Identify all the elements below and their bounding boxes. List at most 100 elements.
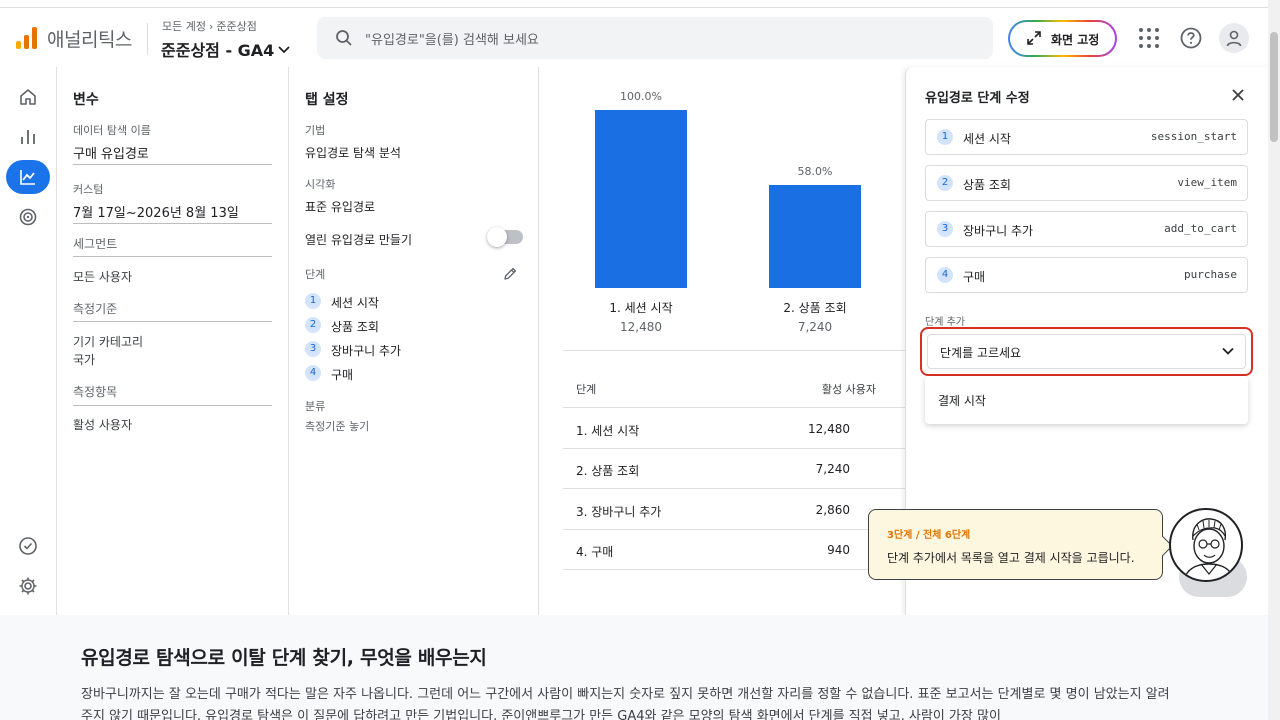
analytics-logo-icon[interactable] <box>16 27 38 49</box>
step-number-badge: 2 <box>305 317 321 333</box>
table-row[interactable]: 4. 구매 940 <box>563 530 906 570</box>
bar-category-label: 1. 세션 시작 <box>609 301 673 315</box>
target-icon <box>19 208 37 226</box>
table-row[interactable]: 1. 세션 시작 12,480 <box>563 409 906 449</box>
step-item[interactable]: 상품 조회 <box>331 318 379 335</box>
bar-percent-label: 58.0% <box>797 164 833 178</box>
apps-grid-icon[interactable] <box>1136 25 1162 51</box>
exploration-name-input[interactable]: 구매 유입경로 <box>73 143 149 162</box>
panel-step-row[interactable]: 1 세션 시작 session_start <box>925 119 1248 155</box>
step-name: 장바구니 추가 <box>963 224 1034 238</box>
variables-column: 변수 데이터 탐색 이름 구매 유입경로 커스텀 7월 17일~2026년 8월… <box>57 67 289 615</box>
table-row[interactable]: 2. 상품 조회 7,240 <box>563 449 906 489</box>
open-funnel-label: 열린 유입경로 만들기 <box>305 233 412 247</box>
step-number-badge: 1 <box>305 293 321 309</box>
select-placeholder: 단계를 고르세요 <box>940 346 1022 360</box>
app-header: 애널리틱스 모든 계정 › 준준상점 준준상점 - GA4 "유입경로"을(를) 검… <box>0 9 1268 67</box>
step-number-badge: 2 <box>937 175 953 191</box>
step-item[interactable]: 구매 <box>331 366 353 383</box>
guide-tooltip: 3단계 / 전체 6단계 단계 추가에서 목록을 열고 결제 시작을 고릅니다. <box>868 509 1173 580</box>
property-selector[interactable]: 준준상점 - GA4 <box>161 37 290 61</box>
metric-item[interactable]: 활성 사용자 <box>73 416 132 433</box>
search-placeholder: "유입경로"을(를) 검색해 보세요 <box>365 33 539 48</box>
funnel-bar[interactable] <box>595 110 687 288</box>
breadcrumb-accounts[interactable]: 모든 계정 <box>162 20 206 33</box>
guide-avatar-icon[interactable] <box>1169 508 1243 582</box>
add-step-select[interactable]: 단계를 고르세요 <box>927 334 1246 369</box>
close-icon[interactable] <box>1230 87 1246 103</box>
column-header-active-users[interactable]: 활성 사용자 <box>822 381 876 397</box>
chevron-right-icon: › <box>208 20 214 33</box>
dropdown-option[interactable]: 결제 시작 <box>938 392 986 409</box>
breakdown-dropzone[interactable]: 측정기준 놓기 <box>305 418 369 434</box>
technique-selector[interactable]: 유입경로 탐색 분석 <box>305 144 401 161</box>
nav-advertising[interactable] <box>6 200 50 234</box>
column-header-step[interactable]: 단계 <box>576 381 596 397</box>
scrollbar-thumb[interactable] <box>1270 32 1278 142</box>
step-name: 상품 조회 <box>963 178 1011 192</box>
visualization-selector[interactable]: 표준 유입경로 <box>305 198 375 215</box>
guide-message: 단계 추가에서 목록을 열고 결제 시작을 고릅니다. <box>887 551 1135 565</box>
nav-admin[interactable] <box>6 569 50 603</box>
article-title: 유입경로 탐색으로 이탈 단계 찾기, 무엇을 배우는지 <box>81 647 487 669</box>
search-bar[interactable]: "유입경로"을(를) 검색해 보세요 <box>317 17 993 59</box>
panel-step-row[interactable]: 4 구매 purchase <box>925 257 1248 293</box>
table-cell-step: 2. 상품 조회 <box>576 464 640 478</box>
open-funnel-toggle[interactable] <box>487 227 523 247</box>
search-icon <box>336 30 352 46</box>
segment-item[interactable]: 모든 사용자 <box>73 268 132 285</box>
panel-step-row[interactable]: 2 상품 조회 view_item <box>925 165 1248 201</box>
nav-reports[interactable] <box>6 120 50 154</box>
dimension-item[interactable]: 기기 카테고리 <box>73 333 143 350</box>
step-number-badge: 4 <box>305 365 321 381</box>
step-item[interactable]: 세션 시작 <box>331 294 379 311</box>
step-number-badge: 4 <box>937 267 953 283</box>
table-cell-users: 7,240 <box>815 462 850 476</box>
help-icon[interactable] <box>1179 26 1203 50</box>
left-navigation <box>0 67 57 615</box>
section-divider <box>73 321 272 322</box>
table-cell-users: 940 <box>827 543 850 557</box>
chart-divider <box>563 350 906 351</box>
step-event-name: add_to_cart <box>1164 222 1237 235</box>
technique-label: 기법 <box>305 124 326 137</box>
funnel-bar[interactable] <box>769 184 861 288</box>
segments-label: 세그먼트 <box>73 237 118 251</box>
header-divider <box>147 23 148 55</box>
breakdown-label: 분류 <box>305 400 326 413</box>
person-icon <box>1226 30 1242 47</box>
panel-step-row[interactable]: 3 장바구니 추가 add_to_cart <box>925 211 1248 247</box>
brand-name[interactable]: 애널리틱스 <box>47 25 132 52</box>
guide-progress: 3단계 / 전체 6단계 <box>887 530 971 541</box>
nav-insights[interactable] <box>6 529 50 563</box>
date-range-picker[interactable]: 7월 17일~2026년 8월 13일 <box>73 202 239 221</box>
page-scrollbar[interactable] <box>1268 0 1280 720</box>
table-row[interactable]: 3. 장바구니 추가 2,860 <box>563 490 906 530</box>
pin-screen-button[interactable]: 화면 고정 <box>1008 20 1117 57</box>
article-body: 장바구니까지는 잘 오는데 구매가 적다는 말은 자주 나옵니다. 그런데 어느… <box>81 687 1170 720</box>
tab-settings-title: 탭 설정 <box>305 92 349 108</box>
custom-label: 커스텀 <box>73 183 104 196</box>
step-item[interactable]: 장바구니 추가 <box>331 342 401 359</box>
step-number-badge: 3 <box>305 341 321 357</box>
table-cell-users: 12,480 <box>808 422 850 436</box>
step-event-name: view_item <box>1177 176 1237 189</box>
table-cell-step: 3. 장바구니 추가 <box>576 505 662 519</box>
breadcrumb[interactable]: 모든 계정 › 준준상점 <box>162 18 257 34</box>
nav-explore[interactable] <box>6 160 50 194</box>
input-underline <box>73 164 272 165</box>
avatar[interactable] <box>1219 23 1249 53</box>
check-circle-icon <box>19 537 37 555</box>
table-cell-users: 2,860 <box>815 503 850 517</box>
chevron-down-icon <box>1222 347 1234 355</box>
property-name: 준준상점 - GA4 <box>161 41 275 60</box>
pencil-icon[interactable] <box>502 266 518 282</box>
bar-chart-icon <box>21 130 35 144</box>
bar-count-label: 12,480 <box>620 320 662 334</box>
article-section: 유입경로 탐색으로 이탈 단계 찾기, 무엇을 배우는지 장바구니까지는 잘 오… <box>0 615 1268 720</box>
table-header-row: 단계 활성 사용자 <box>563 368 906 408</box>
nav-home[interactable] <box>6 80 50 114</box>
dimension-item[interactable]: 국가 <box>73 351 95 368</box>
exploration-name-label: 데이터 탐색 이름 <box>73 124 151 137</box>
breadcrumb-account[interactable]: 준준상점 <box>216 20 256 33</box>
